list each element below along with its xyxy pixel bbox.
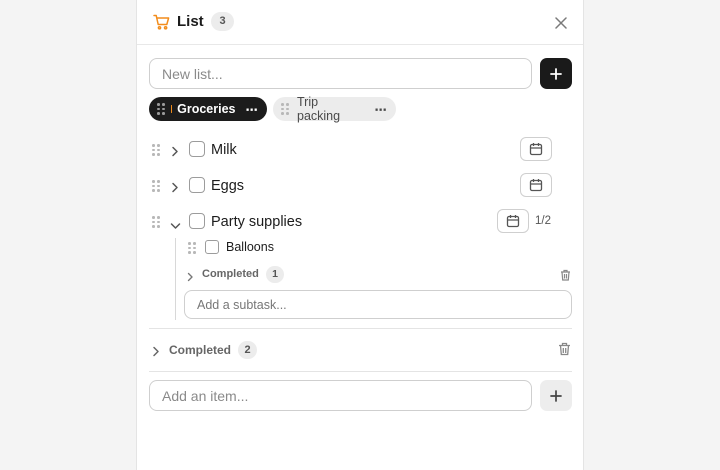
due-date-button[interactable] (520, 173, 552, 197)
item-checkbox[interactable] (189, 213, 205, 229)
drag-handle-icon[interactable] (152, 216, 160, 228)
completed-count: 2 (238, 341, 257, 359)
chevron-right-icon[interactable] (171, 144, 179, 162)
add-subtask-input[interactable]: Add a subtask... (184, 290, 572, 319)
calendar-icon (529, 143, 543, 156)
close-icon[interactable] (555, 16, 567, 29)
drag-handle-icon[interactable] (157, 103, 165, 115)
drag-handle-icon[interactable] (152, 180, 160, 192)
due-date-button[interactable] (497, 209, 529, 233)
plus-icon (550, 67, 562, 80)
list-chip-groceries[interactable]: Groceries ⋯ (149, 97, 267, 121)
drag-handle-icon[interactable] (188, 242, 196, 254)
section-divider (149, 328, 572, 329)
subtask-label: Balloons (226, 240, 274, 254)
section-divider (149, 371, 572, 372)
add-subtask-placeholder: Add a subtask... (197, 297, 287, 312)
subtask-progress: 1/2 (535, 215, 551, 227)
new-list-placeholder: New list... (162, 65, 223, 82)
drag-handle-icon[interactable] (281, 103, 289, 115)
list-count-badge: 3 (211, 12, 234, 31)
chevron-right-icon[interactable] (187, 269, 194, 287)
add-item-placeholder: Add an item... (162, 387, 249, 404)
subtask-completed-count: 1 (266, 266, 284, 283)
more-icon[interactable]: ⋯ (246, 102, 260, 117)
item-label: Milk (211, 142, 237, 158)
chevron-right-icon[interactable] (171, 180, 179, 198)
trash-icon[interactable] (560, 268, 571, 286)
add-item-button[interactable] (540, 380, 572, 411)
chevron-right-icon[interactable] (152, 344, 160, 362)
completed-label[interactable]: Completed (169, 343, 231, 357)
subtask-completed-label[interactable]: Completed (202, 268, 259, 280)
add-list-button[interactable] (540, 58, 572, 89)
add-item-input[interactable]: Add an item... (149, 380, 532, 411)
drag-handle-icon[interactable] (152, 144, 160, 156)
cart-icon (153, 14, 171, 30)
more-icon[interactable]: ⋯ (375, 102, 389, 117)
item-label: Party supplies (211, 214, 303, 230)
chevron-down-icon[interactable] (170, 217, 181, 235)
list-chip-label: Groceries (177, 102, 236, 116)
calendar-icon (529, 179, 543, 192)
item-checkbox[interactable] (189, 141, 205, 157)
header-divider (137, 44, 583, 45)
new-list-input[interactable]: New list... (149, 58, 532, 89)
trash-icon[interactable] (558, 342, 571, 361)
plus-icon (550, 389, 562, 402)
subtask-indent-line (175, 238, 176, 320)
list-panel: List 3 New list... Groceries ⋯ Trip pack… (136, 0, 584, 470)
calendar-icon (506, 215, 520, 228)
list-chip-trip-packing[interactable]: Trip packing ⋯ (273, 95, 396, 123)
list-chip-label: Trip packing (297, 95, 341, 123)
page-title: List (177, 13, 204, 30)
due-date-button[interactable] (520, 137, 552, 161)
item-label: Eggs (211, 178, 245, 194)
subtask-checkbox[interactable] (205, 240, 219, 254)
item-checkbox[interactable] (189, 177, 205, 193)
